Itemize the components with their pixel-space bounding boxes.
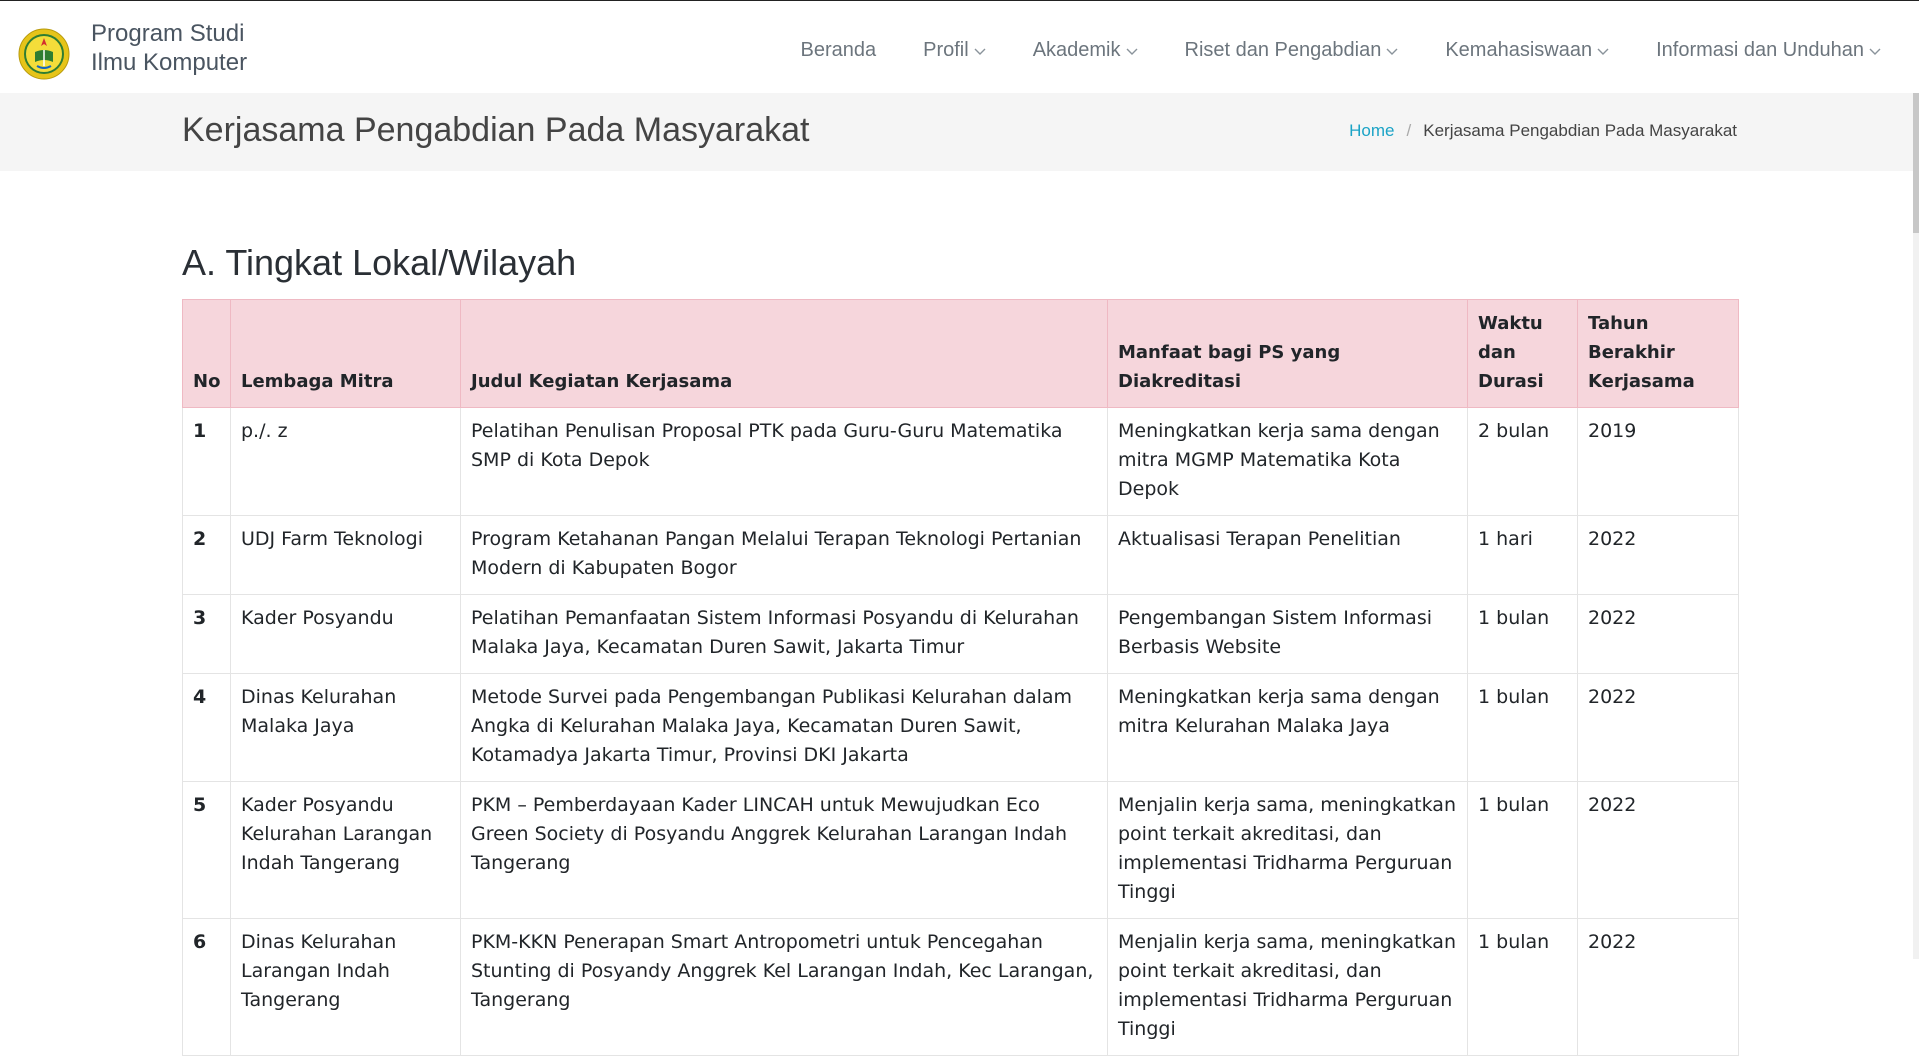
cell-judul-kegiatan: PKM-KKN Penerapan Smart Antropometri unt… [460, 918, 1108, 1056]
nav-item-label: Beranda [800, 39, 877, 61]
nav-item-label: Riset dan Pengabdian [1184, 39, 1382, 61]
cell-judul-kegiatan: Program Ketahanan Pangan Melalui Terapan… [460, 515, 1108, 595]
cell-no: 2 [182, 515, 231, 595]
header-waktu-durasi: Waktu dan Durasi [1467, 299, 1578, 408]
nav-item-label: Akademik [1032, 39, 1121, 61]
nav-item-profil[interactable]: Profil [923, 39, 986, 62]
cell-lembaga-mitra: Kader Posyandu [230, 594, 461, 674]
cell-no: 4 [182, 673, 231, 782]
cell-tahun-berakhir: 2022 [1577, 594, 1739, 674]
cell-manfaat: Menjalin kerja sama, meningkatkan point … [1107, 918, 1468, 1056]
header-manfaat: Manfaat bagi PS yang Diakreditasi [1107, 299, 1468, 408]
table-header-row: No Lembaga Mitra Judul Kegiatan Kerjasam… [182, 299, 1739, 408]
header-lembaga-mitra: Lembaga Mitra [230, 299, 461, 408]
cell-lembaga-mitra: UDJ Farm Teknologi [230, 515, 461, 595]
page-title-bar: Kerjasama Pengabdian Pada Masyarakat Hom… [0, 93, 1919, 171]
cell-waktu-durasi: 1 bulan [1467, 918, 1578, 1056]
cell-judul-kegiatan: Pelatihan Penulisan Proposal PTK pada Gu… [460, 407, 1108, 516]
cell-waktu-durasi: 1 bulan [1467, 781, 1578, 919]
chevron-down-icon [1592, 39, 1609, 62]
chevron-down-icon [1381, 39, 1398, 62]
cell-tahun-berakhir: 2022 [1577, 918, 1739, 1056]
table-row: 6 Dinas Kelurahan Larangan Indah Tangera… [182, 918, 1739, 1056]
table-header: No Lembaga Mitra Judul Kegiatan Kerjasam… [182, 299, 1739, 408]
table-row: 2 UDJ Farm Teknologi Program Ketahanan P… [182, 515, 1739, 595]
cell-no: 3 [182, 594, 231, 674]
cell-waktu-durasi: 1 hari [1467, 515, 1578, 595]
cell-manfaat: Aktualisasi Terapan Penelitian [1107, 515, 1468, 595]
nav-item-informasi-dan-unduhan[interactable]: Informasi dan Unduhan [1656, 39, 1881, 62]
page-title: Kerjasama Pengabdian Pada Masyarakat [182, 111, 810, 149]
main-nav: Beranda Profil Akademik Riset dan Pengabdia… [800, 39, 1881, 62]
nav-item-kemahasiswaan[interactable]: Kemahasiswaan [1445, 39, 1609, 62]
chevron-down-icon [969, 39, 986, 62]
site-header: Program Studi Ilmu Komputer Beranda Profi… [0, 1, 1919, 92]
table-row: 3 Kader Posyandu Pelatihan Pemanfaatan S… [182, 594, 1739, 674]
cell-no: 1 [182, 407, 231, 516]
brand-name[interactable]: Program Studi Ilmu Komputer [91, 19, 247, 77]
table-row: 4 Dinas Kelurahan Malaka Jaya Metode Sur… [182, 673, 1739, 782]
cell-lembaga-mitra: Dinas Kelurahan Malaka Jaya [230, 673, 461, 782]
brand-line-2: Ilmu Komputer [91, 49, 248, 76]
cell-judul-kegiatan: Metode Survei pada Pengembangan Publikas… [460, 673, 1108, 782]
nav-item-beranda[interactable]: Beranda [800, 39, 876, 62]
breadcrumb-current: Kerjasama Pengabdian Pada Masyarakat [1423, 121, 1737, 140]
page-scrollbar-thumb[interactable] [1913, 93, 1919, 233]
table-row: 1 p./. z Pelatihan Penulisan Proposal PT… [182, 407, 1739, 516]
cell-manfaat: Meningkatkan kerja sama dengan mitra Kel… [1107, 673, 1468, 782]
header-judul-kegiatan: Judul Kegiatan Kerjasama [460, 299, 1108, 408]
breadcrumb-separator: / [1406, 121, 1412, 140]
breadcrumb: Home / Kerjasama Pengabdian Pada Masyaraka… [1349, 121, 1737, 141]
cell-waktu-durasi: 2 bulan [1467, 407, 1578, 516]
cell-tahun-berakhir: 2019 [1577, 407, 1739, 516]
chevron-down-icon [1121, 39, 1138, 62]
nav-item-label: Informasi dan Unduhan [1656, 39, 1864, 61]
cell-tahun-berakhir: 2022 [1577, 673, 1739, 782]
cell-lembaga-mitra: p./. z [230, 407, 461, 516]
cell-manfaat: Meningkatkan kerja sama dengan mitra MGM… [1107, 407, 1468, 516]
cell-tahun-berakhir: 2022 [1577, 515, 1739, 595]
header-no: No [182, 299, 231, 408]
cell-judul-kegiatan: PKM – Pemberdayaan Kader LINCAH untuk Me… [460, 781, 1108, 919]
cell-no: 5 [182, 781, 231, 919]
section-title: A. Tingkat Lokal/Wilayah [182, 242, 577, 283]
nav-item-akademik[interactable]: Akademik [1033, 39, 1138, 62]
brand-line-1: Program Studi [91, 20, 245, 47]
nav-item-riset-dan-pengabdian[interactable]: Riset dan Pengabdian [1185, 39, 1399, 62]
cell-manfaat: Pengembangan Sistem Informasi Berbasis W… [1107, 594, 1468, 674]
breadcrumb-home-link[interactable]: Home [1349, 121, 1394, 140]
header-tahun-berakhir: Tahun Berakhir Kerjasama [1577, 299, 1739, 408]
kerjasama-table: No Lembaga Mitra Judul Kegiatan Kerjasam… [182, 299, 1739, 1056]
table-row: 5 Kader Posyandu Kelurahan Larangan Inda… [182, 781, 1739, 919]
table-body: 1 p./. z Pelatihan Penulisan Proposal PT… [182, 407, 1739, 1056]
cell-waktu-durasi: 1 bulan [1467, 673, 1578, 782]
nav-item-label: Kemahasiswaan [1445, 39, 1593, 61]
cell-waktu-durasi: 1 bulan [1467, 594, 1578, 674]
cell-lembaga-mitra: Kader Posyandu Kelurahan Larangan Indah … [230, 781, 461, 919]
cell-lembaga-mitra: Dinas Kelurahan Larangan Indah Tangerang [230, 918, 461, 1056]
chevron-down-icon [1864, 39, 1881, 62]
nav-item-label: Profil [923, 39, 969, 61]
cell-judul-kegiatan: Pelatihan Pemanfaatan Sistem Informasi P… [460, 594, 1108, 674]
cell-no: 6 [182, 918, 231, 1056]
cell-tahun-berakhir: 2022 [1577, 781, 1739, 919]
university-emblem-icon[interactable] [18, 28, 70, 80]
cell-manfaat: Menjalin kerja sama, meningkatkan point … [1107, 781, 1468, 919]
